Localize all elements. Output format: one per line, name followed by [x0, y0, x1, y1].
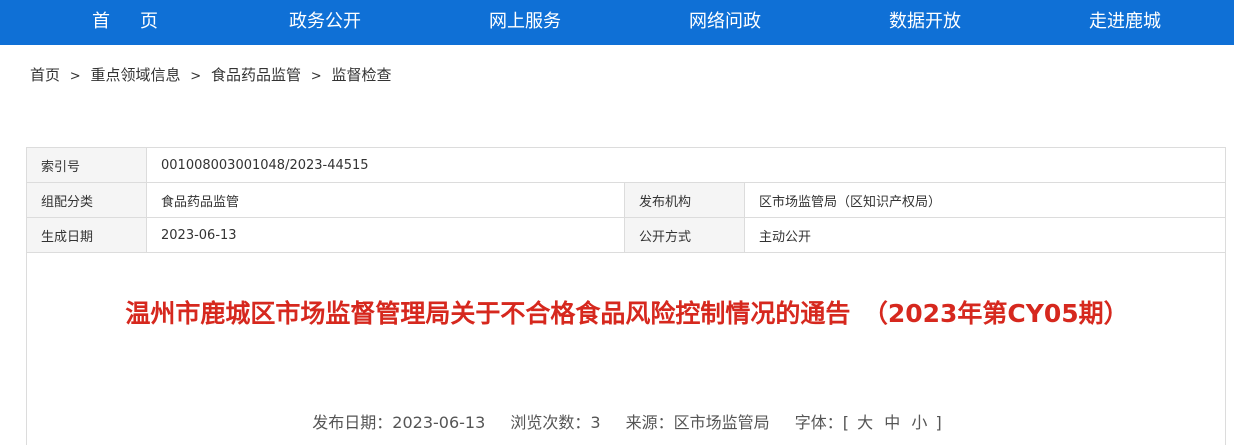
category-value: 食品药品监管: [146, 182, 625, 218]
mode-value: 主动公开: [744, 217, 1226, 253]
category-label: 组配分类: [26, 182, 147, 218]
nav-item-gov-affairs[interactable]: 政务公开: [260, 0, 390, 45]
index-value: 001008003001048/2023-44515: [146, 147, 1226, 183]
top-nav: 首页 政务公开 网上服务 网络问政 数据开放 走进鹿城: [0, 0, 1234, 45]
publisher-value: 区市场监管局（区知识产权局）: [744, 182, 1226, 218]
table-row: 组配分类 食品药品监管 发布机构 区市场监管局（区知识产权局）: [26, 182, 1226, 218]
publisher-label: 发布机构: [624, 182, 745, 218]
views-label: 浏览次数：: [510, 413, 591, 432]
font-size-label: 字体：: [794, 413, 843, 432]
date-label: 生成日期: [26, 217, 147, 253]
info-table: 索引号 001008003001048/2023-44515 组配分类 食品药品…: [26, 147, 1226, 253]
publish-date-label: 发布日期：: [312, 413, 393, 432]
views-count: 3: [590, 413, 601, 432]
breadcrumb-home[interactable]: 首页: [30, 66, 60, 84]
breadcrumb-separator: >: [190, 69, 202, 84]
breadcrumb-separator: >: [310, 69, 322, 84]
publish-info: 发布日期：2023-06-13 浏览次数：3 来源：区市场监管局 字体：[ 大 …: [27, 409, 1227, 433]
font-small-button[interactable]: 小: [911, 413, 927, 432]
table-row: 生成日期 2023-06-13 公开方式 主动公开: [26, 217, 1226, 253]
nav-item-online-inquiry[interactable]: 网络问政: [660, 0, 790, 45]
nav-item-open-data[interactable]: 数据开放: [860, 0, 990, 45]
nav-item-about-lucheng[interactable]: 走进鹿城: [1060, 0, 1190, 45]
font-bracket-open: [: [842, 413, 850, 432]
source-label: 来源：: [625, 413, 674, 432]
table-row: 索引号 001008003001048/2023-44515: [26, 147, 1226, 183]
source-value: 区市场监管局: [673, 413, 770, 432]
nav-item-home[interactable]: 首页: [60, 0, 190, 45]
breadcrumb-separator: >: [69, 69, 81, 84]
font-bracket-close: ]: [935, 413, 942, 432]
index-label: 索引号: [26, 147, 147, 183]
breadcrumb-food-drug[interactable]: 食品药品监管: [211, 66, 301, 84]
breadcrumb-supervision[interactable]: 监督检查: [331, 66, 391, 84]
font-medium-button[interactable]: 中: [884, 413, 900, 432]
article-title: 温州市鹿城区市场监督管理局关于不合格食品风险控制情况的通告 （2023年第CY0…: [125, 299, 1129, 328]
breadcrumb-key-info[interactable]: 重点领域信息: [90, 66, 180, 84]
breadcrumb: 首页 > 重点领域信息 > 食品药品监管 > 监督检查: [30, 64, 391, 86]
article: 温州市鹿城区市场监督管理局关于不合格食品风险控制情况的通告 （2023年第CY0…: [26, 253, 1226, 445]
publish-date: 2023-06-13: [392, 413, 486, 432]
date-value: 2023-06-13: [146, 217, 625, 253]
mode-label: 公开方式: [624, 217, 745, 253]
nav-item-online-services[interactable]: 网上服务: [460, 0, 590, 45]
font-large-button[interactable]: 大: [857, 413, 873, 432]
